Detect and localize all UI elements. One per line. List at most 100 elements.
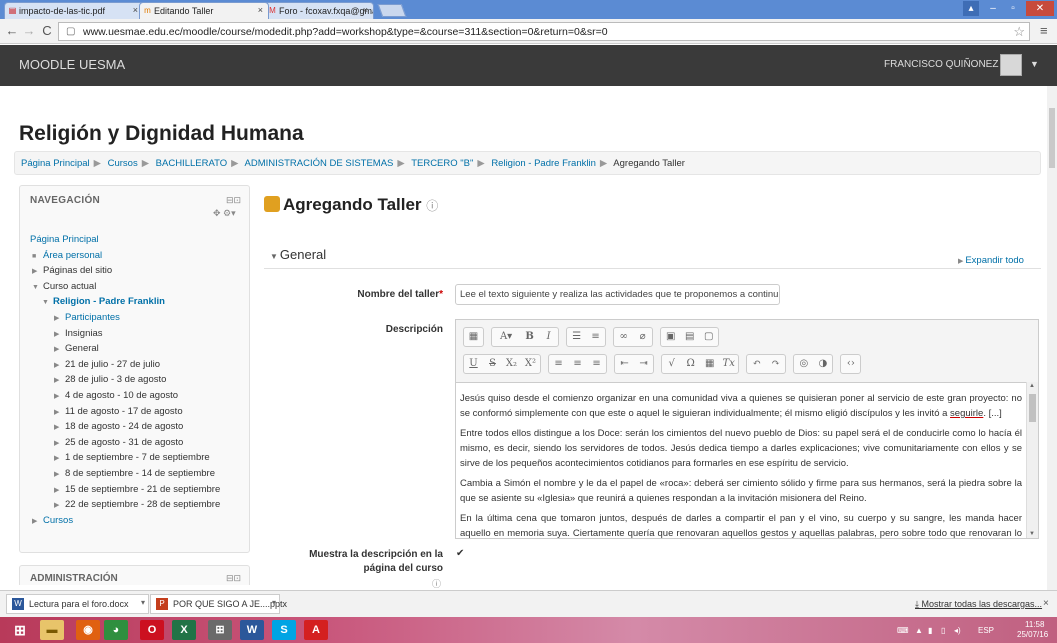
italic-icon[interactable]: I xyxy=(539,328,558,346)
tab-pdf[interactable]: ▤ impacto-de-las-tic.pdf × xyxy=(4,2,144,19)
help-icon[interactable]: ⓘ xyxy=(432,577,441,590)
scroll-thumb[interactable] xyxy=(1029,394,1036,422)
opera-icon[interactable]: O xyxy=(140,620,164,640)
tray-expand-icon[interactable]: ▲ xyxy=(915,626,923,635)
download-item[interactable]: P POR QUE SIGO A JE....pptx ▾ xyxy=(150,594,287,614)
align-right-icon[interactable]: ≡ xyxy=(587,355,606,373)
subscript-icon[interactable]: X₂ xyxy=(502,355,521,373)
site-brand[interactable]: MOODLE UESMA xyxy=(19,57,125,72)
excel-icon[interactable]: X xyxy=(172,620,196,640)
clear-format-icon[interactable]: Tx xyxy=(719,355,738,373)
dock-icon[interactable]: ⊟⊡ xyxy=(226,195,241,206)
user-name[interactable]: FRANCISCO QUIÑONEZ xyxy=(884,59,998,70)
close-icon[interactable]: × xyxy=(258,5,263,15)
new-tab-button[interactable] xyxy=(377,4,407,17)
dock-icon[interactable]: ⊟⊡ xyxy=(226,573,241,584)
battery-icon[interactable]: ▯ xyxy=(941,626,945,635)
nav-item[interactable]: ▶ 11 de agosto - 17 de agosto xyxy=(20,404,249,420)
nav-item[interactable]: ▶ 4 de agosto - 10 de agosto xyxy=(20,388,249,404)
nav-item[interactable]: ▶ 8 de septiembre - 14 de septiembre xyxy=(20,466,249,482)
clock-time[interactable]: 11:58 xyxy=(1025,620,1044,629)
expand-all-link[interactable]: ▶ Expandir todo xyxy=(958,255,1024,266)
superscript-icon[interactable]: X² xyxy=(521,355,540,373)
page-scroll-thumb[interactable] xyxy=(1049,108,1055,168)
nav-item[interactable]: ▶ Cursos xyxy=(20,513,249,529)
chevron-down-icon[interactable]: ▼ xyxy=(1030,59,1039,69)
close-icon[interactable]: × xyxy=(1043,598,1049,609)
maximize-icon[interactable]: ▫ xyxy=(1005,1,1021,16)
nav-item[interactable]: ▼ Curso actual xyxy=(20,279,249,295)
acrobat-icon[interactable]: A xyxy=(304,620,328,640)
show-all-downloads-link[interactable]: ⤓ Mostrar todas las descargas... xyxy=(915,599,1042,610)
page-scrollbar[interactable] xyxy=(1047,86,1057,590)
align-left-icon[interactable]: ≡ xyxy=(549,355,568,373)
editor-content[interactable]: Jesús quiso desde el comienzo organizar … xyxy=(456,382,1038,538)
chevron-down-icon[interactable]: ▾ xyxy=(141,598,145,607)
tab-editando-taller[interactable]: m Editando Taller × xyxy=(139,2,269,19)
media-icon[interactable]: ▤ xyxy=(680,328,699,346)
help-icon[interactable]: ⓘ xyxy=(426,199,438,213)
screenreader-icon[interactable]: ◑ xyxy=(813,355,832,373)
bookmark-star-icon[interactable]: ☆ xyxy=(1013,24,1025,40)
align-center-icon[interactable]: ≡ xyxy=(568,355,587,373)
equation-icon[interactable]: √ xyxy=(662,355,681,373)
forward-arrow-icon[interactable]: → xyxy=(22,23,36,39)
workshop-name-input[interactable]: Lee el texto siguiente y realiza las act… xyxy=(455,284,780,305)
underline-icon[interactable]: U xyxy=(464,355,483,373)
keyboard-icon[interactable]: ⌨ xyxy=(897,626,909,635)
firefox-icon[interactable]: ◉ xyxy=(76,620,100,640)
language-indicator[interactable]: ESP xyxy=(978,626,994,635)
outdent-icon[interactable]: ⇤ xyxy=(615,355,634,373)
breadcrumb-item[interactable]: Religion - Padre Franklin xyxy=(491,158,596,169)
redo-icon[interactable]: ↷ xyxy=(766,355,785,373)
reload-icon[interactable]: C xyxy=(40,23,54,39)
nav-item[interactable]: ▶ Insignias xyxy=(20,326,249,342)
profile-icon[interactable]: ▴ xyxy=(963,1,979,16)
accessibility-icon[interactable]: ◎ xyxy=(794,355,813,373)
nav-item[interactable]: ▶ Participantes xyxy=(20,310,249,326)
nav-item[interactable]: ▶ General xyxy=(20,341,249,357)
back-arrow-icon[interactable]: ← xyxy=(5,23,19,39)
breadcrumb-item[interactable]: Cursos xyxy=(108,158,138,169)
nav-item[interactable]: ▶ 1 de septiembre - 7 de septiembre xyxy=(20,450,249,466)
network-icon[interactable]: ▮ xyxy=(928,626,932,635)
numbered-list-icon[interactable]: ≡ xyxy=(586,328,605,346)
word-icon[interactable]: W xyxy=(240,620,264,640)
chevron-down-icon[interactable]: ▾ xyxy=(272,598,276,607)
breadcrumb-item[interactable]: Página Principal xyxy=(21,158,90,169)
avatar[interactable] xyxy=(1000,54,1022,76)
nav-item[interactable]: ▶ 25 de agosto - 31 de agosto xyxy=(20,435,249,451)
url-input[interactable]: ▢ www.uesmae.edu.ec/moodle/course/modedi… xyxy=(58,22,1030,41)
close-window-icon[interactable]: ✕ xyxy=(1026,1,1054,16)
file-icon[interactable]: ▢ xyxy=(699,328,718,346)
file-explorer-icon[interactable]: ▬ xyxy=(40,620,64,640)
skype-icon[interactable]: S xyxy=(272,620,296,640)
paragraph-style-icon[interactable]: A▾ xyxy=(492,328,520,346)
link-icon[interactable]: ∞ xyxy=(614,328,633,346)
breadcrumb-item[interactable]: ADMINISTRACIÓN DE SISTEMAS xyxy=(245,158,394,169)
download-item[interactable]: W Lectura para el foro.docx ▾ xyxy=(6,594,149,614)
indent-icon[interactable]: ⇥ xyxy=(634,355,653,373)
bold-icon[interactable]: B xyxy=(520,328,539,346)
nav-item[interactable]: ▶ 15 de septiembre - 21 de septiembre xyxy=(20,482,249,498)
undo-icon[interactable]: ↶ xyxy=(747,355,766,373)
show-description-checkbox[interactable]: ✔ xyxy=(456,549,466,559)
close-icon[interactable]: × xyxy=(363,5,368,15)
nav-item[interactable]: ▶ 22 de septiembre - 28 de septiembre xyxy=(20,497,249,513)
html-source-icon[interactable]: ‹› xyxy=(841,355,860,373)
scroll-down-icon[interactable]: ▼ xyxy=(1029,531,1035,537)
strikethrough-icon[interactable]: S xyxy=(483,355,502,373)
tab-gmail[interactable]: M Foro - fcoxav.fxqa@gmail × xyxy=(264,2,374,19)
breadcrumb-item[interactable]: TERCERO "B" xyxy=(411,158,473,169)
nav-item[interactable]: ■ Área personal xyxy=(20,248,249,264)
editor-scrollbar[interactable]: ▲ ▼ xyxy=(1026,382,1038,538)
nav-item[interactable]: ▶ 28 de julio - 3 de agosto xyxy=(20,372,249,388)
nav-item[interactable]: Página Principal xyxy=(20,232,249,248)
nav-item[interactable]: ▶ 18 de agosto - 24 de agosto xyxy=(20,419,249,435)
table-icon[interactable]: ▦ xyxy=(700,355,719,373)
windows-start-icon[interactable]: ⊞ xyxy=(8,620,32,640)
nav-item[interactable]: ▶ Páginas del sitio xyxy=(20,263,249,279)
breadcrumb-item[interactable]: BACHILLERATO xyxy=(156,158,227,169)
close-icon[interactable]: × xyxy=(133,5,138,15)
app-icon[interactable]: ⊞ xyxy=(208,620,232,640)
